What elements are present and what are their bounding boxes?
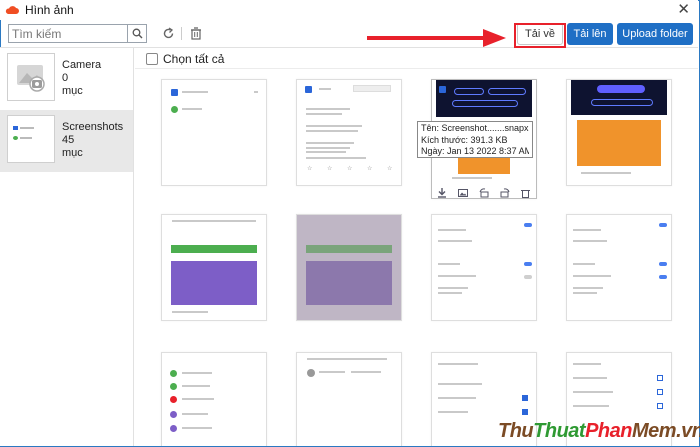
toolbar: Tải về Tải lên Upload folder: [0, 20, 698, 48]
album-sidebar: Camera 0 mục Screenshots 45 mục: [0, 48, 134, 446]
window-title: Hình ảnh: [25, 3, 74, 17]
photo-card[interactable]: [296, 352, 402, 446]
photo-card[interactable]: [566, 79, 672, 186]
upload-button[interactable]: Tải lên: [567, 23, 613, 45]
download-highlight-box: [514, 23, 566, 48]
album-item-screenshots[interactable]: Screenshots 45 mục: [0, 110, 133, 172]
card-action-bar: [432, 186, 536, 198]
album-thumbnail: [7, 53, 55, 101]
photo-card[interactable]: [431, 214, 537, 321]
screenshot-thumbnail: [432, 215, 536, 320]
album-name: Camera: [62, 59, 102, 71]
screenshot-thumbnail: [297, 215, 401, 320]
tooltip-file-size: Kích thước: 391.3 KB: [421, 134, 508, 145]
search-icon[interactable]: [127, 25, 146, 42]
select-all[interactable]: Chọn tất cả: [146, 52, 224, 66]
image-placeholder-icon: [17, 65, 45, 92]
download-icon[interactable]: [437, 188, 447, 198]
photo-card[interactable]: [161, 214, 267, 321]
photo-grid: Chọn tất cả ☆ ☆ ☆ ☆ ☆: [135, 48, 698, 446]
screenshot-thumbnail: [297, 353, 401, 446]
tooltip-file-date: Ngày: Jan 13 2022 8:37 AM: [421, 146, 529, 156]
photo-card[interactable]: [161, 79, 267, 186]
screenshot-thumbnail: [162, 80, 266, 185]
select-all-label: Chọn tất cả: [163, 52, 225, 66]
photo-card[interactable]: ☆ ☆ ☆ ☆ ☆: [296, 79, 402, 186]
screenshot-thumbnail: ☆ ☆ ☆ ☆ ☆: [297, 80, 401, 185]
trash-icon[interactable]: [521, 188, 531, 198]
album-count: 0: [62, 72, 69, 84]
screenshot-thumbnail: [567, 215, 671, 320]
cloud-app-icon: [5, 5, 19, 15]
album-item-camera[interactable]: Camera 0 mục: [0, 48, 133, 110]
screenshot-thumbnail: [162, 353, 266, 446]
title-bar: Hình ảnh ✕: [0, 0, 698, 20]
toolbar-divider: [181, 27, 182, 40]
rotate-right-icon[interactable]: [500, 188, 510, 198]
image-icon[interactable]: [458, 188, 469, 198]
divider: [135, 68, 698, 69]
red-arrow-annotation: [367, 29, 506, 47]
search-input[interactable]: [9, 25, 127, 42]
album-thumbnail: [7, 115, 55, 163]
trash-icon[interactable]: [188, 25, 204, 41]
album-name: Screenshots: [62, 121, 124, 133]
photo-card[interactable]: [566, 214, 672, 321]
photo-card[interactable]: [161, 352, 267, 446]
tooltip-file-name: Tên: Screenshot.......snapx.jpg: [421, 123, 529, 133]
album-count-unit: mục: [62, 85, 83, 97]
watermark-logo: ThuThuatPhanMem.vn: [498, 420, 700, 442]
rotate-left-icon[interactable]: [479, 188, 489, 198]
upload-folder-button[interactable]: Upload folder: [617, 23, 693, 45]
photo-card[interactable]: [296, 214, 402, 321]
file-info-tooltip: Tên: Screenshot.......snapx.jpg Kích thư…: [417, 121, 533, 158]
close-icon[interactable]: ✕: [677, 2, 690, 17]
refresh-icon[interactable]: [160, 25, 176, 41]
screenshot-thumbnail: [567, 80, 671, 185]
screenshot-thumbnail: [162, 215, 266, 320]
album-count-unit: mục: [62, 147, 83, 159]
album-count: 45: [62, 134, 75, 146]
search-box: [8, 24, 147, 43]
select-all-checkbox[interactable]: [146, 53, 158, 65]
